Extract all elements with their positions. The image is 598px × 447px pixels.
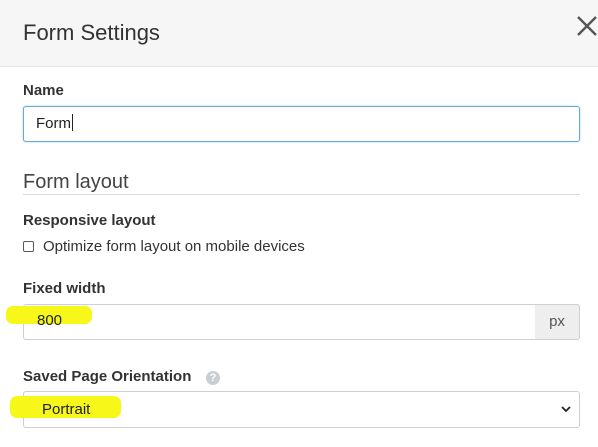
fixed-width-label: Fixed width	[23, 280, 106, 297]
responsive-layout-label: Responsive layout	[23, 212, 156, 229]
fixed-width-value: 800	[37, 312, 63, 329]
optimize-mobile-checkbox[interactable]	[23, 240, 34, 252]
name-input-value: Form	[36, 115, 71, 132]
question-icon[interactable]: ?	[206, 371, 220, 385]
section-title-form-layout: Form layout	[23, 171, 129, 193]
fixed-width-input[interactable]	[23, 304, 536, 340]
px-unit-addon: px	[535, 304, 580, 340]
close-icon[interactable]	[576, 14, 598, 46]
chevron-down-icon[interactable]	[560, 402, 572, 420]
name-label: Name	[23, 82, 64, 99]
orientation-label: Saved Page Orientation	[23, 368, 192, 385]
responsive-checkbox-row[interactable]: Optimize form layout on mobile devices	[23, 236, 305, 256]
orientation-selected-value: Portrait	[42, 401, 91, 418]
dialog-header: Form Settings	[0, 0, 598, 67]
dialog-title: Form Settings	[23, 20, 160, 45]
name-input[interactable]: Form	[23, 106, 580, 142]
text-caret	[72, 114, 73, 131]
optimize-mobile-checkbox-label[interactable]: Optimize form layout on mobile devices	[43, 238, 305, 255]
section-divider	[23, 194, 580, 195]
